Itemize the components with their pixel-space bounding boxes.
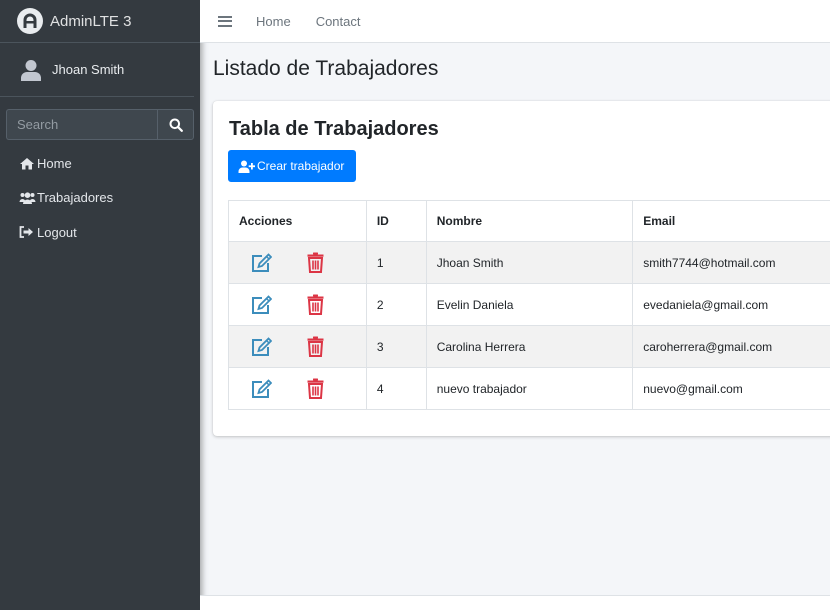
- cell-id: 2: [365, 283, 427, 326]
- trash-icon[interactable]: [307, 294, 324, 315]
- user-avatar-icon: [19, 58, 43, 82]
- main-footer: [200, 595, 830, 610]
- sidebar-item-label: Trabajadores: [37, 190, 114, 206]
- cell-id: 3: [365, 325, 427, 368]
- user-name: Jhoan Smith: [52, 62, 125, 77]
- sidebar-item-home[interactable]: Home: [0, 146, 200, 181]
- cell-email: nuevo@gmail.com: [632, 367, 830, 410]
- page-title: Listado de Trabajadores: [213, 57, 439, 80]
- create-worker-button[interactable]: Crear trabajador: [228, 150, 356, 182]
- table-header-row: Acciones ID Nombre Email: [228, 200, 830, 242]
- sidebar-item-trabajadores[interactable]: Trabajadores: [0, 181, 200, 216]
- edit-icon[interactable]: [251, 378, 272, 399]
- users-icon: [19, 191, 36, 205]
- nav-link-contact[interactable]: Contact: [316, 14, 361, 29]
- search-button[interactable]: [157, 109, 194, 140]
- sidebar-item-label: Home: [37, 155, 72, 171]
- header-email: Email: [632, 200, 830, 242]
- search-icon: [169, 118, 183, 132]
- top-navbar: Home Contact: [200, 0, 830, 43]
- sidebar: AdminLTE 3 Jhoan Smith Home: [0, 0, 200, 610]
- cell-id: 1: [365, 241, 427, 284]
- header-nombre: Nombre: [425, 200, 634, 242]
- sign-out-icon: [19, 225, 36, 239]
- workers-card: Tabla de Trabajadores Crear trabajador A…: [213, 101, 830, 436]
- create-worker-label: Crear trabajador: [257, 159, 345, 173]
- nav-link-home[interactable]: Home: [256, 14, 291, 29]
- sidebar-search: [6, 109, 194, 140]
- user-panel[interactable]: Jhoan Smith: [0, 43, 194, 97]
- table-row: 3 Carolina Herrera caroherrera@gmail.com: [228, 325, 830, 368]
- edit-icon[interactable]: [251, 252, 272, 273]
- cell-nombre: Jhoan Smith: [425, 241, 634, 284]
- cell-email: caroherrera@gmail.com: [632, 325, 830, 368]
- sidebar-nav: Home Trabajadores Logout: [0, 146, 200, 250]
- cell-id: 4: [365, 367, 427, 410]
- table-row: 4 nuevo trabajador nuevo@gmail.com: [228, 367, 830, 410]
- sidebar-item-logout[interactable]: Logout: [0, 215, 200, 250]
- cell-email: smith7744@hotmail.com: [632, 241, 830, 284]
- workers-table: Acciones ID Nombre Email 1 Jhoan Smith s…: [228, 200, 830, 410]
- card-title: Tabla de Trabajadores: [229, 118, 439, 140]
- cell-nombre: nuevo trabajador: [425, 367, 634, 410]
- menu-toggle-icon[interactable]: [218, 15, 232, 27]
- search-input[interactable]: [6, 109, 157, 140]
- actions-cell: [228, 367, 367, 410]
- cell-email: evedaniela@gmail.com: [632, 283, 830, 326]
- user-plus-icon: [238, 160, 255, 173]
- actions-cell: [228, 325, 367, 368]
- actions-cell: [228, 241, 367, 284]
- table-row: 2 Evelin Daniela evedaniela@gmail.com: [228, 283, 830, 326]
- brand-name: AdminLTE 3: [50, 12, 132, 30]
- actions-cell: [228, 283, 367, 326]
- header-acciones: Acciones: [228, 200, 367, 242]
- adminlte-logo-icon: [17, 8, 43, 34]
- trash-icon[interactable]: [307, 378, 324, 399]
- cell-nombre: Evelin Daniela: [425, 283, 634, 326]
- brand-link[interactable]: AdminLTE 3: [0, 0, 200, 43]
- edit-icon[interactable]: [251, 336, 272, 357]
- trash-icon[interactable]: [307, 252, 324, 273]
- trash-icon[interactable]: [307, 336, 324, 357]
- header-id: ID: [365, 200, 427, 242]
- edit-icon[interactable]: [251, 294, 272, 315]
- home-icon: [19, 156, 36, 170]
- sidebar-item-label: Logout: [37, 224, 77, 240]
- cell-nombre: Carolina Herrera: [425, 325, 634, 368]
- table-row: 1 Jhoan Smith smith7744@hotmail.com: [228, 241, 830, 284]
